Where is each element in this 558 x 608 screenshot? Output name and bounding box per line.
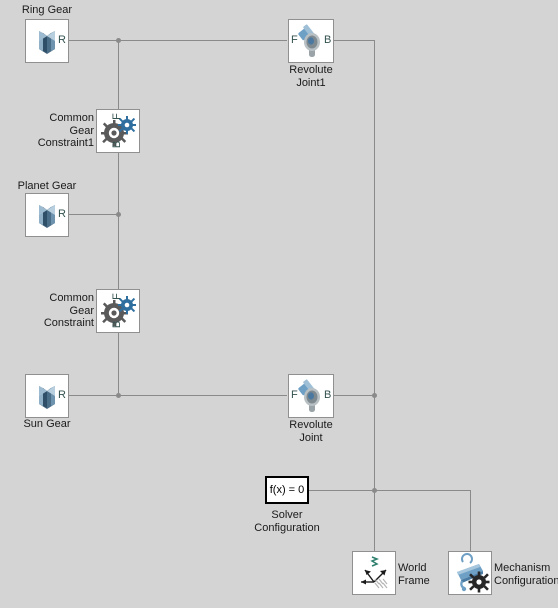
block-solver-configuration[interactable]: f(x) = 0 — [265, 476, 309, 504]
common-gear-constraint1-port-f[interactable]: F — [111, 111, 123, 122]
common-gear-constraint-label: Common Gear Constraint — [43, 292, 94, 329]
planet-gear-label: Planet Gear — [17, 180, 77, 192]
wire-planet-gear-to-bus[interactable] — [69, 214, 119, 215]
revolute-joint1-port-f[interactable]: F — [291, 35, 298, 46]
wire-solver-configuration-out[interactable] — [309, 490, 471, 491]
wire-sun-gear-to-revolute-joint[interactable] — [69, 395, 287, 396]
revolute-joint1-port-b[interactable]: B — [324, 35, 331, 46]
common-gear-constraint1-label: Common Gear Constraint1 — [37, 112, 94, 149]
junction-sun-gear-bus — [116, 393, 121, 398]
wire-ring-gear-to-revolute-joint1[interactable] — [69, 40, 287, 41]
solver-configuration-label: Solver Configuration — [254, 509, 320, 534]
revolute-joint-port-f[interactable]: F — [291, 390, 298, 401]
block-world-frame[interactable] — [352, 551, 396, 595]
wire-revolute-joint-b-out[interactable] — [334, 395, 375, 396]
revolute-joint1-label: Revolute Joint1 — [289, 64, 333, 89]
wire-revolute-joint1-b-out[interactable] — [334, 40, 375, 41]
junction-planet-gear-bus — [116, 212, 121, 217]
common-gear-constraint-port-f[interactable]: F — [111, 291, 123, 302]
ring-gear-port-r[interactable]: R — [58, 35, 66, 46]
common-gear-constraint1-port-b[interactable]: B — [111, 139, 123, 150]
planet-gear-port-r[interactable]: R — [58, 209, 66, 220]
junction-revolute-joint-bus — [372, 393, 377, 398]
world-frame-icon — [361, 556, 388, 589]
block-mechanism-configuration[interactable] — [448, 551, 492, 595]
ring-gear-label: Ring Gear — [21, 4, 73, 16]
revolute-joint-label: Revolute Joint — [289, 419, 333, 444]
wire-left-vertical-bus[interactable] — [118, 40, 119, 396]
junction-solver-bus — [372, 488, 377, 493]
wire-to-mechanism-configuration[interactable] — [470, 490, 471, 551]
sun-gear-port-r[interactable]: R — [58, 390, 66, 401]
mechanism-configuration-label: Mechanism Configuration — [494, 562, 558, 587]
common-gear-constraint-port-b[interactable]: B — [111, 319, 123, 330]
mechanism-configuration-icon — [457, 553, 490, 593]
solver-configuration-expression: f(x) = 0 — [269, 484, 305, 496]
sun-gear-label: Sun Gear — [23, 418, 71, 430]
revolute-joint-port-b[interactable]: B — [324, 390, 331, 401]
junction-ring-gear-bus — [116, 38, 121, 43]
simscape-block-diagram-canvas: Ring Gear R Common Gear Constraint1 F B … — [0, 0, 558, 608]
wire-right-vertical-bus[interactable] — [374, 40, 375, 551]
